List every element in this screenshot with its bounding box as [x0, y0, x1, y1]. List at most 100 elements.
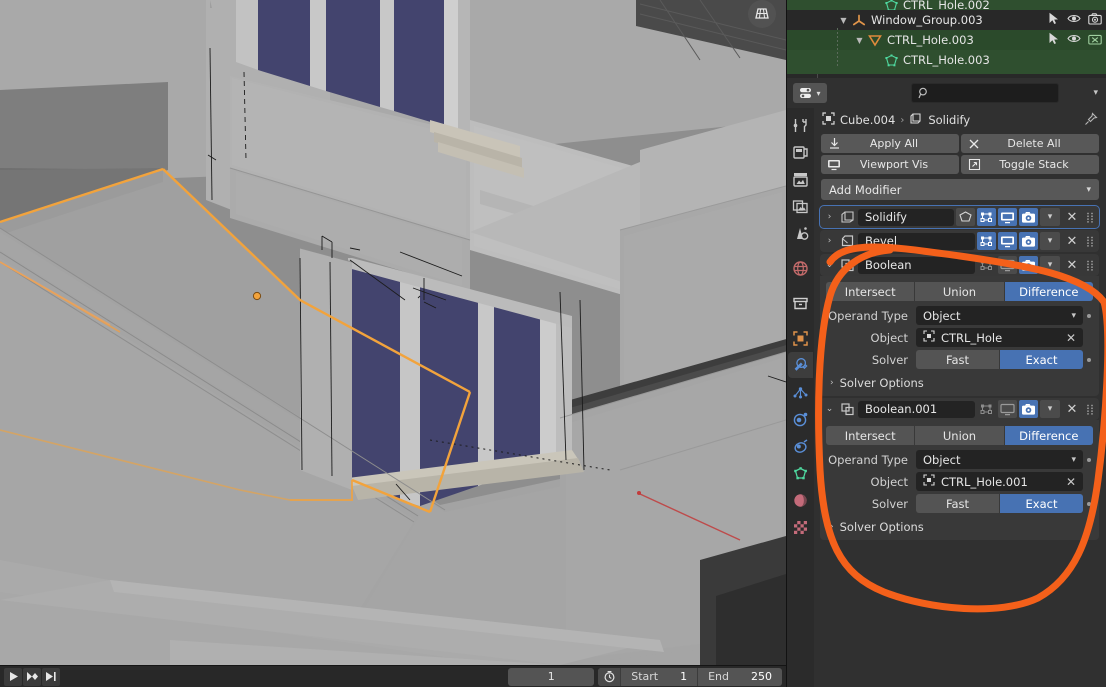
operand-type-dropdown[interactable]: Object ▾: [916, 450, 1083, 469]
breadcrumb-modifier-name[interactable]: Solidify: [928, 113, 970, 127]
outliner-row[interactable]: ▼ CTRL_Hole.003: [787, 30, 1106, 50]
start-frame-field[interactable]: Start 1: [620, 667, 697, 686]
clear-object-button[interactable]: ✕: [1066, 331, 1076, 345]
modifier-toggle-realtime[interactable]: [998, 232, 1017, 250]
eye-icon[interactable]: [1067, 33, 1081, 47]
jump-to-end-icon[interactable]: [42, 667, 60, 686]
eye-icon[interactable]: [1067, 13, 1081, 27]
animate-property-dot[interactable]: [1083, 313, 1095, 318]
frame-range-icon[interactable]: [598, 667, 621, 686]
modifier-name-field[interactable]: Solidify: [858, 208, 954, 226]
delete-all-button[interactable]: Delete All: [961, 134, 1099, 153]
modifier-toggle-realtime[interactable]: [998, 400, 1017, 418]
property-tab-modifiers[interactable]: [788, 352, 813, 378]
boolean-solver-exact[interactable]: Exact: [1000, 494, 1083, 513]
modifier-header[interactable]: › Bevel ▾ ✕: [820, 230, 1099, 252]
disclosure-triangle-icon[interactable]: ▼: [853, 36, 866, 45]
drag-grip-icon[interactable]: [1084, 211, 1096, 224]
grid-floor-icon[interactable]: [748, 0, 776, 28]
modifier-toggle-render[interactable]: [1019, 208, 1038, 226]
modifier-toggle-realtime[interactable]: [998, 256, 1017, 274]
modifier-expand-triangle-icon[interactable]: ⌄: [823, 260, 836, 270]
modifier-remove-button[interactable]: ✕: [1062, 402, 1082, 417]
modifier-toggle-render[interactable]: [1019, 232, 1038, 250]
modifier-toggle-edit-mode[interactable]: [977, 232, 996, 250]
property-tab-physics[interactable]: [788, 406, 813, 432]
modifier-toggle-edit-mode[interactable]: [977, 208, 996, 226]
property-tab-collection[interactable]: [788, 290, 813, 316]
modifier-remove-button[interactable]: ✕: [1062, 258, 1082, 273]
boolean-solver-exact[interactable]: Exact: [1000, 350, 1083, 369]
breadcrumb-object-name[interactable]: Cube.004: [840, 113, 895, 127]
outliner-row[interactable]: CTRL_Hole.002: [787, 0, 1106, 10]
modifier-toggle-on-cage[interactable]: [956, 208, 975, 226]
property-tab-object-data[interactable]: [788, 460, 813, 486]
filter-dropdown-icon[interactable]: ▾: [793, 83, 827, 103]
cursor-select-icon[interactable]: [1048, 32, 1060, 48]
modifier-toggle-render[interactable]: [1019, 256, 1038, 274]
solver-options-subpanel[interactable]: › Solver Options: [820, 515, 1099, 536]
solver-options-subpanel[interactable]: › Solver Options: [820, 371, 1099, 392]
property-tab-texture[interactable]: [788, 514, 813, 540]
modifier-remove-button[interactable]: ✕: [1062, 234, 1082, 249]
modifier-extras-menu[interactable]: ▾: [1040, 208, 1060, 226]
property-tab-particles[interactable]: [788, 379, 813, 405]
operand-type-dropdown[interactable]: Object ▾: [916, 306, 1083, 325]
outliner-row[interactable]: ▼ Window_Group.003: [787, 10, 1106, 30]
modifier-extras-menu[interactable]: ▾: [1040, 256, 1060, 274]
animate-property-dot[interactable]: [1083, 357, 1095, 362]
clear-object-button[interactable]: ✕: [1066, 475, 1076, 489]
outliner-row-partial[interactable]: [787, 70, 1106, 74]
modifier-extras-menu[interactable]: ▾: [1040, 232, 1060, 250]
boolean-operation-union[interactable]: Union: [915, 426, 1004, 445]
modifier-expand-triangle-icon[interactable]: ⌄: [823, 404, 836, 414]
boolean-solver-fast[interactable]: Fast: [916, 494, 999, 513]
modifier-name-field[interactable]: Boolean.001: [858, 400, 975, 418]
property-tab-output[interactable]: [788, 166, 813, 192]
toggle-stack-button[interactable]: Toggle Stack: [961, 155, 1099, 174]
disclosure-triangle-icon[interactable]: ▼: [837, 16, 850, 25]
property-tab-tool[interactable]: [788, 112, 813, 138]
modifier-name-field[interactable]: Boolean: [858, 256, 975, 274]
outliner-editor[interactable]: CTRL_Hole.002 ▼ Window_Group.003 ▼ CTRL_Hole…: [786, 0, 1106, 78]
boolean-operation-difference[interactable]: Difference: [1004, 282, 1093, 301]
property-tab-object[interactable]: [788, 325, 813, 351]
boolean-operation-intersect[interactable]: Intersect: [826, 426, 915, 445]
boolean-operation-difference[interactable]: Difference: [1004, 426, 1093, 445]
play-icon[interactable]: [4, 667, 22, 686]
camera-icon[interactable]: [1088, 12, 1102, 28]
3d-viewport[interactable]: [0, 0, 786, 665]
boolean-object-field[interactable]: CTRL_Hole ✕: [916, 328, 1083, 347]
property-tab-view-layer[interactable]: [788, 193, 813, 219]
modifier-expand-triangle-icon[interactable]: ›: [823, 236, 836, 246]
property-tab-world[interactable]: [788, 255, 813, 281]
end-frame-field[interactable]: End 250: [697, 667, 782, 686]
modifier-remove-button[interactable]: ✕: [1062, 210, 1082, 225]
drag-grip-icon[interactable]: [1084, 403, 1096, 416]
animate-property-dot[interactable]: [1083, 457, 1095, 462]
boolean-operation-union[interactable]: Union: [915, 282, 1004, 301]
boolean-operation-intersect[interactable]: Intersect: [826, 282, 915, 301]
modifier-toggle-render[interactable]: [1019, 400, 1038, 418]
modifier-toggle-realtime[interactable]: [998, 208, 1017, 226]
camera-disabled-icon[interactable]: [1088, 33, 1102, 48]
jump-to-keyframe-icon[interactable]: [23, 667, 41, 686]
pin-icon[interactable]: [1084, 111, 1098, 129]
modifier-extras-menu[interactable]: ▾: [1040, 400, 1060, 418]
modifier-expand-triangle-icon[interactable]: ›: [823, 212, 836, 222]
property-tab-scene[interactable]: [788, 220, 813, 246]
boolean-object-field[interactable]: CTRL_Hole.001 ✕: [916, 472, 1083, 491]
property-tab-material[interactable]: [788, 487, 813, 513]
outliner-row[interactable]: CTRL_Hole.003: [787, 50, 1106, 70]
search-input[interactable]: [911, 83, 1059, 103]
modifier-header[interactable]: ⌄ Boolean ▾ ✕: [820, 254, 1099, 276]
modifier-toggle-edit-mode[interactable]: [977, 400, 996, 418]
boolean-solver-fast[interactable]: Fast: [916, 350, 999, 369]
modifier-toggle-edit-mode[interactable]: [977, 256, 996, 274]
add-modifier-button[interactable]: Add Modifier ▾: [821, 179, 1099, 200]
chevron-down-icon[interactable]: ▾: [1093, 88, 1101, 98]
drag-grip-icon[interactable]: [1084, 235, 1096, 248]
property-tab-render[interactable]: [788, 139, 813, 165]
animate-property-dot[interactable]: [1083, 501, 1095, 506]
current-frame-field[interactable]: 1: [508, 667, 595, 686]
